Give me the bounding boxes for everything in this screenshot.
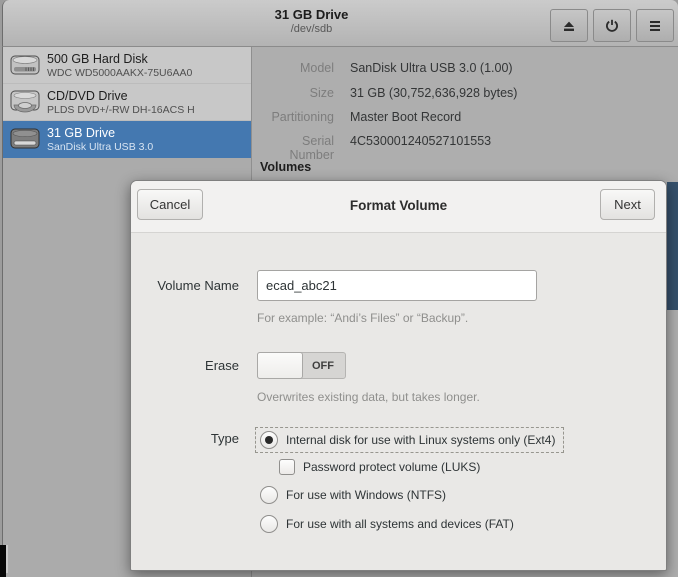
optical-drive-icon [8, 87, 42, 117]
type-option-luks[interactable]: Password protect volume (LUKS) [279, 459, 480, 475]
window-edge-highlight [6, 545, 8, 573]
sidebar-item-text: CD/DVD Drive PLDS DVD+/-RW DH-16ACS H [47, 89, 195, 116]
sidebar-item-title: 500 GB Hard Disk [47, 52, 192, 67]
screen: 31 GB Drive /dev/sdb [0, 0, 678, 577]
usb-drive-icon [8, 124, 42, 154]
detail-value: 31 GB (30,752,636,928 bytes) [350, 86, 517, 100]
type-option-label: Password protect volume (LUKS) [303, 460, 480, 474]
eject-icon [561, 18, 577, 34]
radio-icon[interactable] [260, 431, 278, 449]
eject-button[interactable] [550, 9, 588, 42]
sidebar-item-usb-drive[interactable]: 31 GB Drive SanDisk Ultra USB 3.0 [3, 121, 251, 158]
detail-value: SanDisk Ultra USB 3.0 (1.00) [350, 61, 513, 75]
power-off-button[interactable] [593, 9, 631, 42]
volume-name-input[interactable] [257, 270, 537, 301]
header-button-group [550, 9, 674, 42]
erase-hint: Overwrites existing data, but takes long… [257, 390, 480, 404]
toggle-slider[interactable] [257, 352, 303, 379]
type-option-label: For use with Windows (NTFS) [286, 488, 446, 502]
detail-label: Model [260, 61, 334, 75]
menu-icon [648, 20, 662, 32]
type-option-fat[interactable]: For use with all systems and devices (FA… [260, 515, 514, 533]
detail-row: Partitioning Master Boot Record [260, 110, 670, 125]
toggle-state-label: OFF [301, 353, 345, 378]
detail-row: Size 31 GB (30,752,636,928 bytes) [260, 86, 670, 101]
type-option-label: For use with all systems and devices (FA… [286, 517, 514, 531]
format-volume-dialog: Cancel Format Volume Next Volume Name Fo… [130, 180, 667, 571]
sidebar-item-text: 31 GB Drive SanDisk Ultra USB 3.0 [47, 126, 153, 153]
sidebar-item-cd-dvd[interactable]: CD/DVD Drive PLDS DVD+/-RW DH-16ACS H [3, 84, 251, 121]
type-option-ntfs[interactable]: For use with Windows (NTFS) [260, 486, 446, 504]
detail-value: Master Boot Record [350, 110, 461, 124]
harddisk-icon [8, 50, 42, 80]
header-title-block: 31 GB Drive /dev/sdb [3, 7, 620, 35]
detail-label: Serial Number [260, 134, 334, 162]
sidebar-item-subtitle: PLDS DVD+/-RW DH-16ACS H [47, 104, 195, 116]
window-subtitle: /dev/sdb [3, 23, 620, 35]
sidebar-item-title: CD/DVD Drive [47, 89, 195, 104]
window-title: 31 GB Drive [3, 7, 620, 22]
volumes-section-header: Volumes [260, 160, 311, 174]
radio-icon[interactable] [260, 486, 278, 504]
volume-bar-sliver [667, 182, 678, 310]
detail-label: Size [260, 86, 334, 100]
cancel-button[interactable]: Cancel [137, 189, 203, 220]
type-option-label: Internal disk for use with Linux systems… [286, 433, 555, 447]
volume-name-label: Volume Name [131, 278, 239, 293]
power-icon [604, 18, 620, 34]
dialog-header: Cancel Format Volume Next [131, 181, 666, 233]
detail-value: 4C530001240527101553 [350, 134, 491, 148]
app-menu-button[interactable] [636, 9, 674, 42]
radio-dot [265, 436, 273, 444]
erase-label: Erase [131, 358, 239, 373]
sidebar-item-hard-disk[interactable]: 500 GB Hard Disk WDC WD5000AAKX-75U6AA0 [3, 47, 251, 84]
next-button[interactable]: Next [600, 189, 655, 220]
erase-toggle[interactable]: OFF [257, 352, 346, 379]
sidebar-item-title: 31 GB Drive [47, 126, 153, 141]
dialog-title: Format Volume [211, 198, 586, 213]
sidebar-item-subtitle: SanDisk Ultra USB 3.0 [47, 141, 153, 153]
sidebar-item-subtitle: WDC WD5000AAKX-75U6AA0 [47, 67, 192, 79]
radio-icon[interactable] [260, 515, 278, 533]
volume-name-hint: For example: “Andi’s Files” or “Backup”. [257, 311, 468, 325]
detail-row: Model SanDisk Ultra USB 3.0 (1.00) [260, 61, 670, 76]
header-bar: 31 GB Drive /dev/sdb [2, 0, 678, 47]
type-option-ext4[interactable]: Internal disk for use with Linux systems… [255, 427, 564, 453]
sidebar-item-text: 500 GB Hard Disk WDC WD5000AAKX-75U6AA0 [47, 52, 192, 79]
detail-row: Serial Number 4C530001240527101553 [260, 134, 670, 149]
detail-label: Partitioning [260, 110, 334, 124]
checkbox-icon[interactable] [279, 459, 295, 475]
type-label: Type [131, 431, 239, 446]
